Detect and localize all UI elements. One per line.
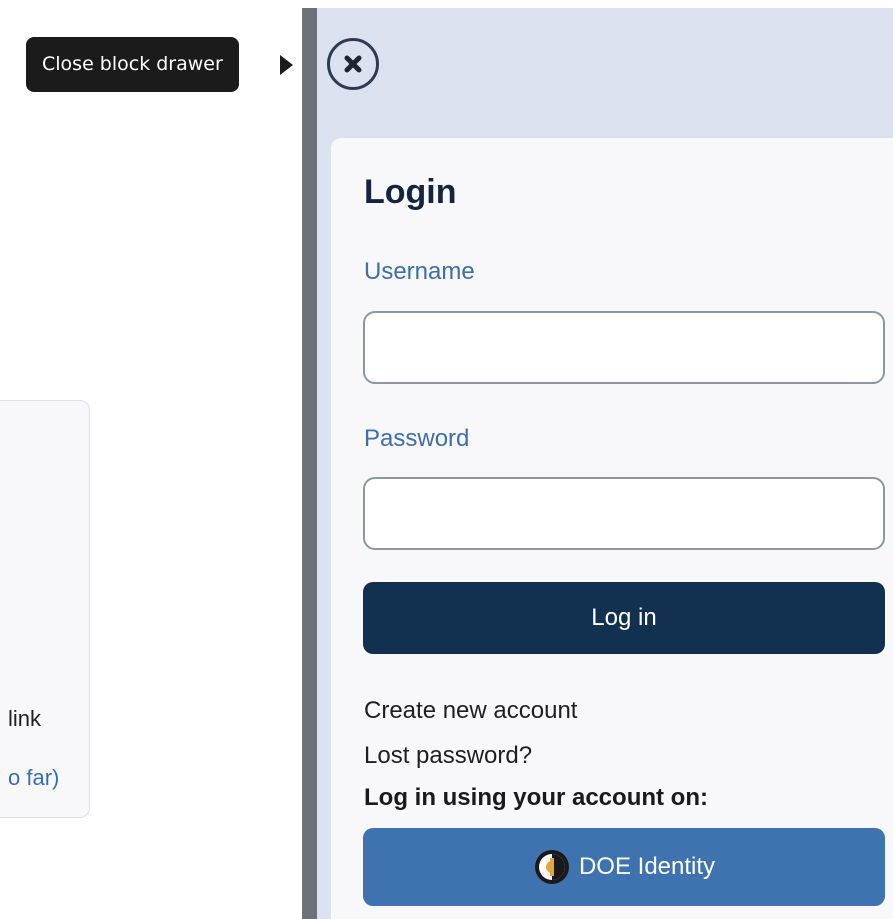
oauth-heading: Log in using your account on: [364, 784, 708, 811]
doe-identity-label: DOE Identity [578, 853, 716, 880]
password-label: Password [364, 425, 470, 452]
lost-password-link[interactable]: Lost password? [364, 742, 532, 770]
drawer-border [302, 8, 317, 919]
doe-identity-button[interactable]: DOE Identity [363, 828, 885, 906]
login-title: Login [364, 173, 457, 211]
close-drawer-button[interactable] [327, 38, 379, 90]
page: link o far) Close block drawer Login Use… [0, 0, 893, 919]
background-card [0, 400, 90, 818]
login-button[interactable]: Log in [363, 582, 885, 654]
doe-identity-logo-icon [534, 850, 569, 884]
background-far-text[interactable]: o far) [8, 765, 59, 791]
close-drawer-tooltip: Close block drawer [26, 37, 239, 92]
create-account-link[interactable]: Create new account [364, 697, 577, 725]
background-link-text[interactable]: link [8, 706, 41, 732]
username-label: Username [364, 258, 475, 285]
username-input[interactable] [363, 311, 885, 384]
tooltip-arrow [280, 55, 293, 75]
password-input[interactable] [363, 477, 885, 550]
close-icon [344, 55, 362, 73]
